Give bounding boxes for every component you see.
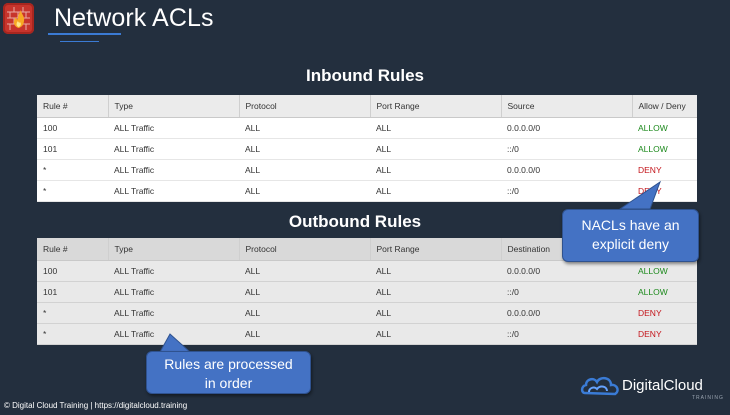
column-header-protocol: Protocol	[239, 95, 371, 118]
title-underline	[48, 33, 121, 35]
rule-source: 0.0.0.0/0	[501, 117, 632, 139]
inbound-rules-heading: Inbound Rules	[305, 66, 425, 85]
table-row: * ALL Traffic ALL ALL ::/0 DENY	[37, 180, 697, 202]
table-row: 100 ALL Traffic ALL ALL 0.0.0.0/0 ALLOW	[37, 260, 697, 282]
footer-credit: © Digital Cloud Training | https://digit…	[4, 401, 188, 410]
rule-number: *	[37, 180, 108, 202]
rule-destination: 0.0.0.0/0	[501, 260, 632, 282]
rule-source: ::/0	[501, 180, 632, 202]
rule-port-range: ALL	[370, 138, 501, 160]
rule-port-range: ALL	[370, 260, 501, 282]
rule-protocol: ALL	[239, 180, 370, 202]
callout-line: in order	[204, 375, 253, 391]
rule-action: ALLOW	[632, 260, 697, 282]
rule-type: ALL Traffic	[108, 180, 239, 202]
column-header-rule: Rule #	[37, 95, 109, 118]
table-row: 101 ALL Traffic ALL ALL ::/0 ALLOW	[37, 281, 697, 303]
callout-line: NACLs have an	[581, 217, 680, 233]
table-row: * ALL Traffic ALL ALL 0.0.0.0/0 DENY	[37, 302, 697, 324]
rule-action: ALLOW	[632, 138, 697, 160]
rule-action: ALLOW	[632, 117, 697, 139]
rule-type: ALL Traffic	[108, 302, 239, 324]
firewall-logo	[3, 3, 34, 34]
rule-protocol: ALL	[239, 302, 370, 324]
cloud-logo-icon	[580, 376, 619, 396]
rule-number: *	[37, 159, 108, 181]
rule-action: DENY	[632, 302, 697, 324]
rule-number: 101	[37, 138, 108, 160]
rule-action: DENY	[632, 159, 697, 181]
brand-name: DigitalCloud	[622, 377, 703, 394]
column-header-allow-deny: Allow / Deny	[632, 95, 697, 118]
rule-number: *	[37, 302, 108, 324]
rule-protocol: ALL	[239, 138, 370, 160]
column-header-type: Type	[108, 95, 240, 118]
rule-type: ALL Traffic	[108, 117, 239, 139]
inbound-rules-table: Rule # Type Protocol Port Range Source A…	[37, 95, 697, 202]
brand-logo: DigitalCloud TRAINING	[580, 373, 728, 403]
callout-line: Rules are processed	[164, 356, 293, 372]
table-row: * ALL Traffic ALL ALL 0.0.0.0/0 DENY	[37, 159, 697, 181]
column-header-type: Type	[108, 238, 240, 261]
column-header-port-range: Port Range	[370, 95, 502, 118]
brand-subtitle: TRAINING	[692, 395, 724, 401]
rule-action: ALLOW	[632, 281, 697, 303]
column-header-rule: Rule #	[37, 238, 109, 261]
table-row: 100 ALL Traffic ALL ALL 0.0.0.0/0 ALLOW	[37, 117, 697, 139]
rule-port-range: ALL	[370, 302, 501, 324]
rule-port-range: ALL	[370, 159, 501, 181]
column-header-port-range: Port Range	[370, 238, 502, 261]
rule-port-range: ALL	[370, 281, 501, 303]
column-header-protocol: Protocol	[239, 238, 371, 261]
rule-action: DENY	[632, 180, 697, 202]
callout-pointers	[159, 180, 662, 353]
rule-action: DENY	[632, 323, 697, 345]
title-underline-short	[60, 41, 99, 42]
rule-destination: ::/0	[501, 323, 632, 345]
rule-source: ::/0	[501, 138, 632, 160]
rule-source: 0.0.0.0/0	[501, 159, 632, 181]
rules-order-callout: Rules are processed in order	[146, 351, 311, 394]
rule-port-range: ALL	[370, 323, 501, 345]
rule-protocol: ALL	[239, 117, 370, 139]
firewall-icon	[7, 7, 30, 30]
callout-line: explicit deny	[591, 236, 670, 252]
table-row: * ALL Traffic ALL ALL ::/0 DENY	[37, 323, 697, 345]
rule-destination: 0.0.0.0/0	[501, 302, 632, 324]
rule-type: ALL Traffic	[108, 138, 239, 160]
rule-protocol: ALL	[239, 159, 370, 181]
table-row: 101 ALL Traffic ALL ALL ::/0 ALLOW	[37, 138, 697, 160]
column-header-source: Source	[501, 95, 633, 118]
table-header-row: Rule # Type Protocol Port Range Source A…	[37, 95, 697, 118]
rule-destination: ::/0	[501, 281, 632, 303]
rule-number: 101	[37, 281, 108, 303]
rule-port-range: ALL	[370, 180, 501, 202]
rule-number: 100	[37, 117, 108, 139]
rule-protocol: ALL	[239, 281, 370, 303]
rule-number: *	[37, 323, 108, 345]
rule-type: ALL Traffic	[108, 159, 239, 181]
explicit-deny-callout: NACLs have an explicit deny	[562, 209, 699, 262]
rule-type: ALL Traffic	[108, 323, 239, 345]
rule-protocol: ALL	[239, 323, 370, 345]
rule-number: 100	[37, 260, 108, 282]
page-title: Network ACLs	[54, 4, 214, 32]
rule-port-range: ALL	[370, 117, 501, 139]
rule-type: ALL Traffic	[108, 281, 239, 303]
rule-type: ALL Traffic	[108, 260, 239, 282]
rule-protocol: ALL	[239, 260, 370, 282]
